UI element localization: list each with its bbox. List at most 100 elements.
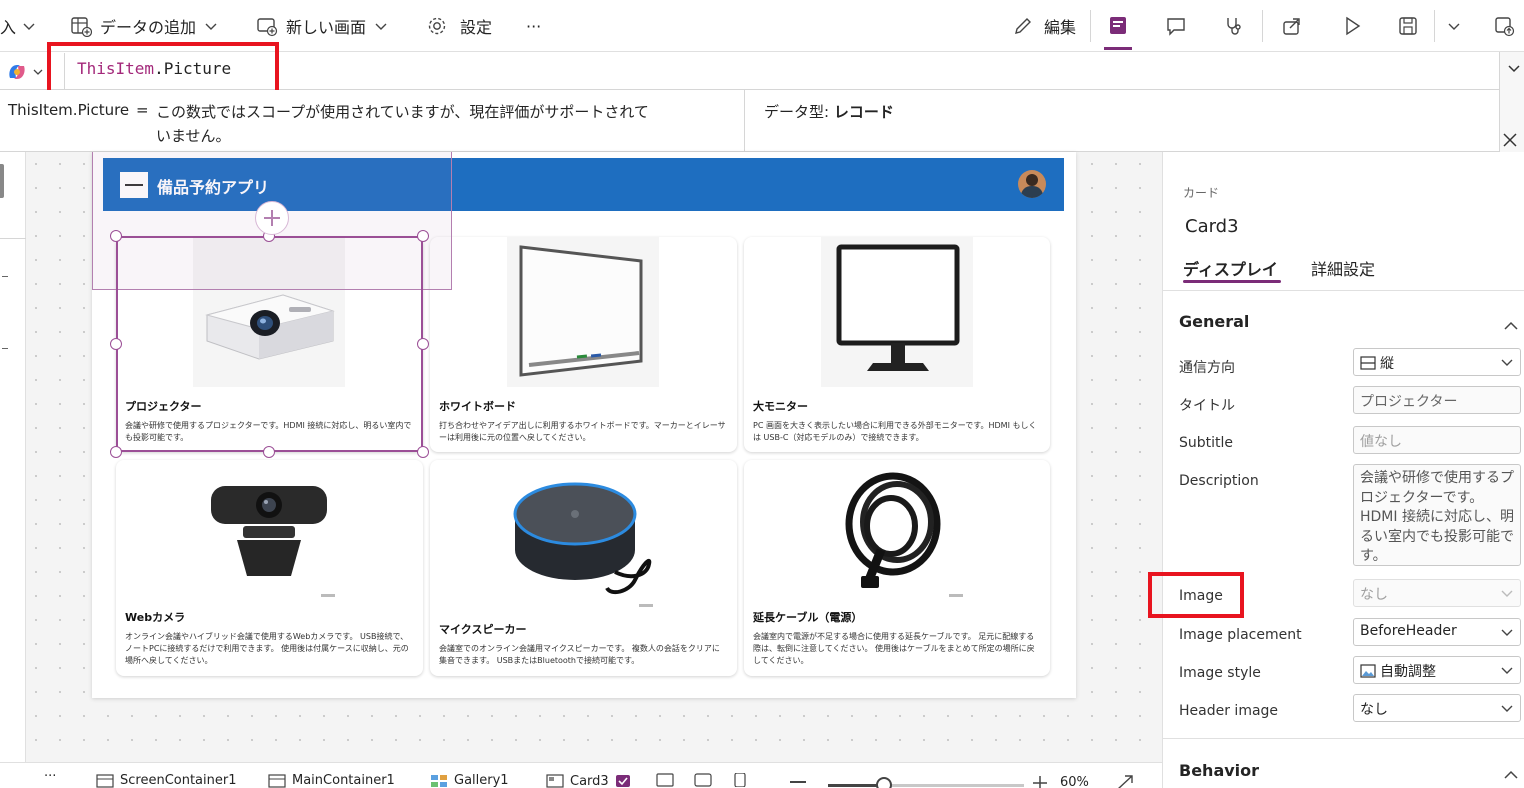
- card-description: オンライン会議やハイブリッド会議で使用するWebカメラです。 USB接続で、ノー…: [125, 632, 409, 665]
- insert-menu[interactable]: 入: [0, 0, 36, 52]
- resize-handle[interactable]: [110, 446, 122, 458]
- breadcrumb-main-container[interactable]: MainContainer1: [268, 773, 395, 788]
- image-placement-dropdown[interactable]: BeforeHeader: [1353, 618, 1521, 646]
- insert-label: 入: [0, 18, 17, 37]
- description-field[interactable]: 会議や研修で使用するプ ロジェクターです。 HDMI 接続に対応し、明 るい室内…: [1353, 464, 1521, 566]
- prop-label-direction: 通信方向: [1179, 360, 1235, 376]
- resize-handle[interactable]: [417, 338, 429, 350]
- selected-badge-icon: [615, 775, 630, 787]
- whiteboard-icon: [519, 245, 643, 377]
- section-general-header[interactable]: General: [1179, 312, 1249, 331]
- zoom-out-button[interactable]: [790, 781, 806, 783]
- resize-handle[interactable]: [417, 446, 429, 458]
- collapse-general-button[interactable]: [1503, 316, 1519, 335]
- breadcrumb-more-button[interactable]: ···: [44, 769, 56, 784]
- direction-dropdown[interactable]: 縦: [1353, 348, 1521, 376]
- zoom-in-button[interactable]: [1032, 775, 1048, 788]
- plus-icon: [1033, 776, 1047, 788]
- expand-formula-button[interactable]: [1506, 60, 1522, 80]
- tab-advanced[interactable]: 詳細設定: [1311, 256, 1375, 280]
- resize-handle[interactable]: [263, 446, 275, 458]
- fit-to-window-button[interactable]: [1116, 775, 1134, 788]
- card-description: 会議室でのオンライン会議用マイクスピーカーです。 複数人の会話をクリアに集音でき…: [439, 644, 720, 665]
- card-title: Webカメラ: [125, 611, 186, 624]
- image-dropdown[interactable]: なし: [1353, 579, 1521, 607]
- active-indicator: [1104, 47, 1132, 50]
- subtitle-field[interactable]: 値なし: [1353, 426, 1521, 454]
- card-icon: [546, 774, 564, 788]
- settings-button[interactable]: 設定: [426, 0, 492, 52]
- device-desktop-button[interactable]: [656, 773, 674, 787]
- section-behavior-header[interactable]: Behavior: [1179, 761, 1259, 780]
- expand-icon: [1118, 775, 1133, 788]
- edit-label: 編集: [1044, 18, 1077, 37]
- chevron-down-icon: [1501, 667, 1513, 674]
- gallery-card-webcam[interactable]: Webカメラ オンライン会議やハイブリッド会議で使用するWebカメラです。 US…: [116, 460, 423, 676]
- app-root: 入 データの追加 新しい画面 設定 ··· 編集 ThisItem.Pictur…: [0, 0, 1524, 788]
- title-value: プロジェクター: [1360, 394, 1458, 410]
- edit-button[interactable]: 編集: [1012, 0, 1076, 52]
- card-title: 大モニター: [753, 400, 808, 413]
- new-screen-label: 新しい画面: [286, 18, 367, 37]
- control-type-label: カード: [1183, 186, 1220, 200]
- card-title: マイクスピーカー: [439, 623, 527, 636]
- plus-icon: [264, 210, 280, 226]
- stethoscope-icon: [1227, 18, 1241, 35]
- result-message-line1: この数式ではスコープが使用されていますが、現在評価がサポートされて: [156, 103, 649, 121]
- save-options-button[interactable]: [1440, 12, 1468, 40]
- header-image-dropdown[interactable]: なし: [1353, 694, 1521, 722]
- tab-active-indicator: [1183, 280, 1281, 283]
- tree-divider: [0, 238, 26, 239]
- add-control-button[interactable]: [255, 201, 289, 235]
- close-result-button[interactable]: [1502, 132, 1518, 152]
- app-checker-button[interactable]: [1220, 12, 1248, 40]
- prop-label-image-style: Image style: [1179, 665, 1261, 681]
- share-icon: [1283, 18, 1300, 35]
- play-icon: [1346, 16, 1361, 36]
- toolbar-divider: [1262, 10, 1263, 42]
- preview-button[interactable]: [1338, 12, 1366, 40]
- device-tablet-button[interactable]: [694, 773, 712, 787]
- more-button[interactable]: ···: [526, 0, 541, 52]
- gallery-card-speaker[interactable]: マイクスピーカー 会議室でのオンライン会議用マイクスピーカーです。 複数人の会話…: [430, 460, 737, 676]
- image-style-dropdown[interactable]: 自動調整: [1353, 656, 1521, 684]
- more-label: ···: [526, 16, 542, 36]
- collapse-behavior-button[interactable]: [1503, 765, 1519, 784]
- resize-handle[interactable]: [110, 338, 122, 350]
- breadcrumb-card[interactable]: Card3: [546, 773, 633, 788]
- description-line: 会議や研修で使用するプ: [1360, 470, 1514, 486]
- gallery-card-cable[interactable]: 延長ケーブル（電源） 会議室内で電源が不足する場合に使用する延長ケーブルです。 …: [744, 460, 1050, 676]
- share-button[interactable]: [1278, 12, 1306, 40]
- control-name[interactable]: Card3: [1185, 216, 1239, 237]
- zoom-slider-thumb[interactable]: [876, 777, 892, 788]
- chevron-down-icon: [1501, 590, 1513, 597]
- breadcrumb-gallery[interactable]: Gallery1: [430, 773, 509, 788]
- device-phone-button[interactable]: [734, 773, 746, 787]
- chevron-down-icon: [205, 23, 217, 30]
- speaker-image: [507, 464, 659, 614]
- chevron-up-icon: [1504, 770, 1518, 779]
- description-line: るい室内でも投影可能で: [1360, 528, 1514, 545]
- copilot-button[interactable]: [6, 62, 44, 82]
- notes-button[interactable]: [1104, 12, 1132, 40]
- resize-handle[interactable]: [110, 230, 122, 242]
- breadcrumb-screen-container[interactable]: ScreenContainer1: [96, 773, 237, 788]
- publish-button[interactable]: [1490, 12, 1518, 40]
- more-label: ···: [44, 769, 57, 784]
- resize-handle[interactable]: [417, 230, 429, 242]
- gallery-card-whiteboard[interactable]: ホワイトボード 打ち合わせやアイデア出しに利用するホワイトボードです。マーカーと…: [430, 237, 737, 452]
- tree-scroll-handle[interactable]: [0, 164, 4, 198]
- close-icon: [1503, 133, 1517, 147]
- add-data-label: データの追加: [100, 18, 197, 37]
- save-button[interactable]: [1394, 12, 1422, 40]
- chevron-down-icon: [1501, 629, 1513, 636]
- tab-display[interactable]: ディスプレイ: [1183, 256, 1278, 280]
- prop-label-image-placement: Image placement: [1179, 627, 1302, 643]
- card-title: 延長ケーブル（電源）: [753, 611, 863, 624]
- avatar[interactable]: [1018, 170, 1046, 198]
- title-field[interactable]: プロジェクター: [1353, 386, 1521, 414]
- formula-input[interactable]: ThisItem.Picture: [64, 53, 1500, 89]
- comments-button[interactable]: [1162, 12, 1190, 40]
- breadcrumb-label: Gallery1: [454, 773, 509, 788]
- gallery-card-monitor[interactable]: 大モニター PC 画面を大きく表示したい場合に利用できる外部モニターです。HDM…: [744, 237, 1050, 452]
